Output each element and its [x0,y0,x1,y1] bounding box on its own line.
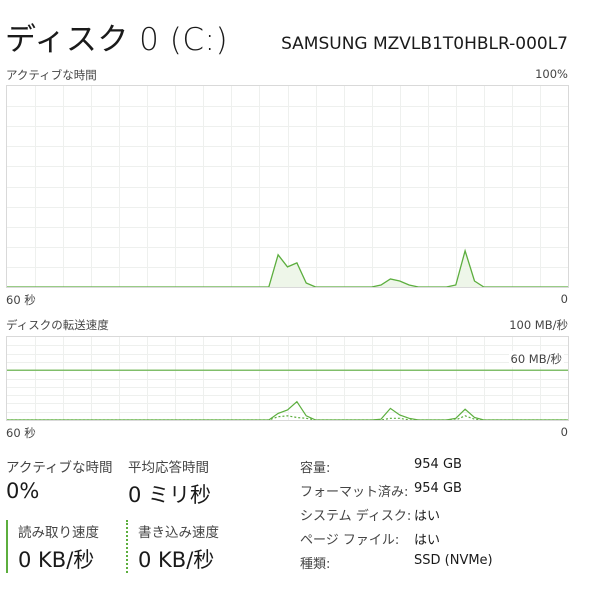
read-speed-stat-label: 読み取り速度 [18,525,99,541]
disk-model-label: SAMSUNG MZVLB1T0HBLR-000L7 [281,34,568,54]
system-disk-value: はい [414,509,441,524]
write-speed-stat-value: 0 KB/秒 [138,548,215,572]
active-time-chart-x-left-label: 60 秒 [6,293,36,307]
system-disk-label: システム ディスク: [300,509,412,524]
type-label: 種類: [300,557,331,572]
transfer-rate-reference-label: 60 MB/秒 [508,351,564,367]
read-speed-stat-value: 0 KB/秒 [18,548,95,572]
transfer-rate-chart-x-right-label: 0 [560,425,568,439]
formatted-label: フォーマット済み: [300,485,409,500]
write-speed-legend-bar [126,520,128,573]
transfer-rate-chart-x-left-label: 60 秒 [6,426,36,440]
page-file-label: ページ ファイル: [300,533,400,548]
active-time-chart-max-label: 100% [535,67,568,81]
page-file-value: はい [414,533,441,548]
read-speed-legend-bar [6,520,8,573]
write-speed-stat-label: 書き込み速度 [138,525,219,541]
active-time-stat-label: アクティブな時間 [6,460,113,476]
active-time-chart-plot [7,86,568,287]
type-value: SSD (NVMe) [414,553,493,568]
active-time-chart [6,85,569,288]
capacity-value: 954 GB [414,457,462,472]
avg-response-stat-value: 0 ミリ秒 [128,483,212,507]
avg-response-stat-label: 平均応答時間 [128,460,209,476]
formatted-value: 954 GB [414,481,462,496]
transfer-rate-chart-label: ディスクの転送速度 [6,318,109,332]
transfer-rate-chart: 60 MB/秒 [6,336,569,421]
active-time-chart-label: アクティブな時間 [6,68,97,82]
capacity-label: 容量: [300,461,331,476]
active-time-chart-x-right-label: 0 [560,292,568,306]
transfer-rate-chart-max-label: 100 MB/秒 [509,318,568,332]
active-time-stat-value: 0% [6,479,40,503]
page-title: ディスク 0 (C:) [5,22,229,58]
transfer-rate-chart-plot [7,337,568,420]
